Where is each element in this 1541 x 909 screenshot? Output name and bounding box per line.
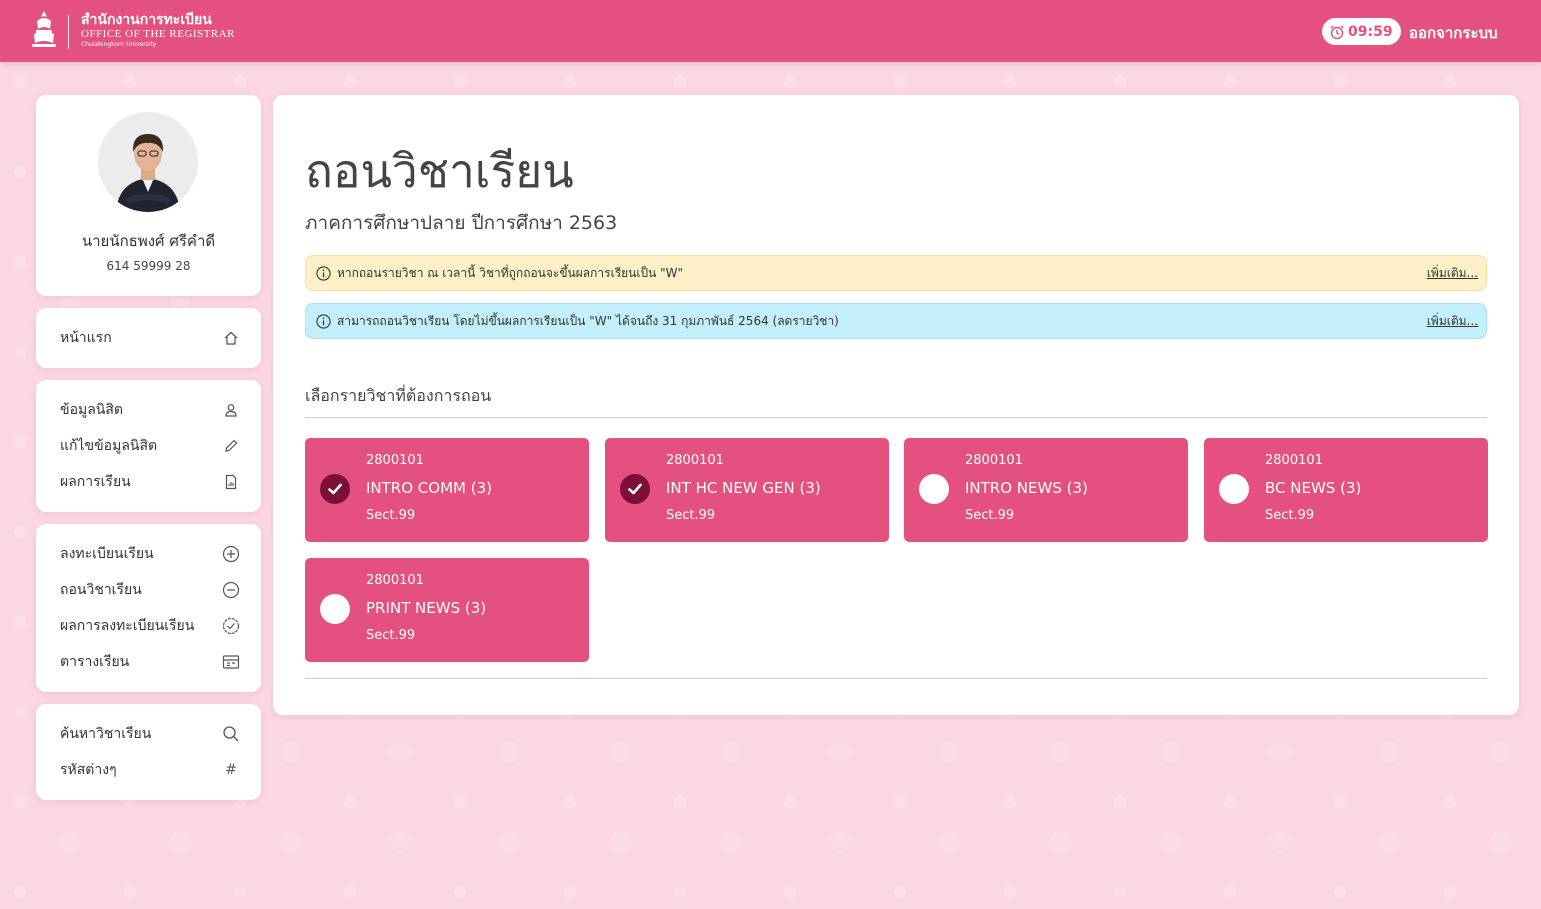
course-section: Sect.99 [1265, 508, 1315, 523]
course-card[interactable]: 2800101 INTRO COMM (3) Sect.99 [305, 438, 589, 542]
course-card[interactable]: 2800101 BC NEWS (3) Sect.99 [1204, 438, 1488, 542]
checkbox-checked[interactable] [320, 474, 350, 504]
profile-card: นายนักธพงศ์ ศรีคำดี 614 59999 28 [36, 95, 261, 296]
logo-thai: สำนักงานการทะเบียน [81, 12, 212, 28]
sidebar-item-label: ข้อมูลนิสิต [60, 402, 123, 418]
course-card[interactable]: 2800101 INT HC NEW GEN (3) Sect.99 [605, 438, 889, 542]
report-file-icon [222, 473, 240, 491]
avatar [98, 112, 198, 212]
student-info-card: ข้อมูลนิสิต แก้ไขข้อมูลนิสิต ผลการเรียน [36, 380, 261, 512]
alert-text: สามารถถอนวิชาเรียน โดยไม่ขึ้นผลการเรียนเ… [337, 313, 839, 328]
hash-icon: # [225, 762, 237, 778]
course-card[interactable]: 2800101 INTRO NEWS (3) Sect.99 [904, 438, 1188, 542]
registration-card: ลงทะเบียนเรียน ถอนวิชาเรียน ผลการลงทะเบี… [36, 524, 261, 692]
home-card: หน้าแรก [36, 308, 261, 368]
alert-text: หากถอนรายวิชา ณ เวลานี้ วิชาที่ถูกถอนจะข… [337, 265, 684, 280]
course-name: BC NEWS (3) [1265, 479, 1362, 497]
more-info-link[interactable]: เพิ่มเติม... [1427, 264, 1478, 283]
course-code: 2800101 [666, 453, 724, 468]
course-section: Sect.99 [965, 508, 1015, 523]
warning-alert: หากถอนรายวิชา ณ เวลานี้ วิชาที่ถูกถอนจะข… [305, 255, 1487, 291]
course-code: 2800101 [965, 453, 1023, 468]
top-bar: สำนักงานการทะเบียน OFFICE OF THE REGISTR… [0, 0, 1541, 62]
student-id: 614 59999 28 [106, 259, 191, 273]
sidebar-item-edit-info[interactable]: แก้ไขข้อมูลนิสิต [60, 431, 240, 461]
alarm-clock-icon [1330, 25, 1344, 39]
checkbox-unchecked[interactable] [919, 474, 949, 504]
section-label: เลือกรายวิชาที่ต้องการถอน [305, 386, 492, 405]
sidebar-item-label: หน้าแรก [60, 330, 112, 346]
sidebar-item-grades[interactable]: ผลการเรียน [60, 467, 240, 497]
pencil-icon [222, 437, 240, 455]
checkbox-checked[interactable] [620, 474, 650, 504]
logo-divider [68, 15, 69, 49]
checkmark-icon [628, 483, 642, 495]
divider [305, 417, 1487, 418]
course-name: INTRO NEWS (3) [965, 479, 1088, 497]
course-name: PRINT NEWS (3) [366, 599, 487, 617]
calendar-icon [222, 653, 240, 671]
course-code: 2800101 [366, 453, 424, 468]
sidebar-item-label: รหัสต่างๆ [60, 762, 117, 778]
sidebar-item-label: ถอนวิชาเรียน [60, 582, 142, 598]
logo-university: Chulalongkorn University [81, 41, 157, 48]
course-card[interactable]: 2800101 PRINT NEWS (3) Sect.99 [305, 558, 589, 662]
sidebar-item-timetable[interactable]: ตารางเรียน [60, 647, 240, 677]
course-code: 2800101 [366, 573, 424, 588]
check-badge-icon [222, 617, 240, 635]
university-seal-icon [32, 11, 56, 47]
sidebar-item-codes[interactable]: รหัสต่างๆ # [60, 755, 240, 785]
page-title: ถอนวิชาเรียน [305, 144, 574, 198]
divider [305, 678, 1487, 679]
sidebar-item-label: ค้นหาวิชาเรียน [60, 726, 152, 742]
student-name: นายนักธพงศ์ ศรีคำดี [81, 232, 216, 250]
logo-english: OFFICE OF THE REGISTRAR [81, 28, 236, 40]
sidebar-item-home[interactable]: หน้าแรก [60, 323, 240, 353]
info-icon [316, 265, 331, 281]
checkbox-unchecked[interactable] [320, 594, 350, 624]
sidebar-item-label: ผลการลงทะเบียนเรียน [60, 618, 195, 634]
search-card: ค้นหาวิชาเรียน รหัสต่างๆ # [36, 704, 261, 800]
timer-value: 09:59 [1348, 23, 1393, 40]
sidebar-item-register[interactable]: ลงทะเบียนเรียน [60, 539, 240, 569]
sidebar-item-label: ผลการเรียน [60, 474, 131, 490]
home-icon [222, 329, 240, 347]
semester-subtitle: ภาคการศึกษาปลาย ปีการศึกษา 2563 [305, 212, 618, 234]
sidebar-item-label: ลงทะเบียนเรียน [60, 546, 154, 562]
user-icon [222, 401, 240, 419]
sidebar-item-label: ตารางเรียน [60, 654, 130, 670]
more-info-link[interactable]: เพิ่มเติม... [1427, 312, 1478, 331]
course-name: INT HC NEW GEN (3) [666, 479, 821, 497]
main-panel: ถอนวิชาเรียน ภาคการศึกษาปลาย ปีการศึกษา … [273, 95, 1519, 715]
sidebar-item-label: แก้ไขข้อมูลนิสิต [60, 438, 158, 454]
info-icon [316, 313, 331, 329]
logo-text: สำนักงานการทะเบียน OFFICE OF THE REGISTR… [81, 12, 235, 49]
checkmark-icon [328, 483, 342, 495]
minus-circle-icon [222, 581, 240, 599]
plus-circle-icon [222, 545, 240, 563]
logout-link[interactable]: ออกจากระบบ [1409, 21, 1498, 45]
session-timer: 09:59 [1322, 18, 1401, 45]
checkbox-unchecked[interactable] [1219, 474, 1249, 504]
course-section: Sect.99 [666, 508, 716, 523]
course-code: 2800101 [1265, 453, 1323, 468]
course-section: Sect.99 [366, 508, 416, 523]
sidebar-item-student-info[interactable]: ข้อมูลนิสิต [60, 395, 240, 425]
course-name: INTRO COMM (3) [366, 479, 492, 497]
sidebar-item-withdraw[interactable]: ถอนวิชาเรียน [60, 575, 240, 605]
search-icon [222, 725, 240, 743]
sidebar-item-register-result[interactable]: ผลการลงทะเบียนเรียน [60, 611, 240, 641]
course-section: Sect.99 [366, 628, 416, 643]
info-alert: สามารถถอนวิชาเรียน โดยไม่ขึ้นผลการเรียนเ… [305, 303, 1487, 339]
sidebar-item-search-course[interactable]: ค้นหาวิชาเรียน [60, 719, 240, 749]
